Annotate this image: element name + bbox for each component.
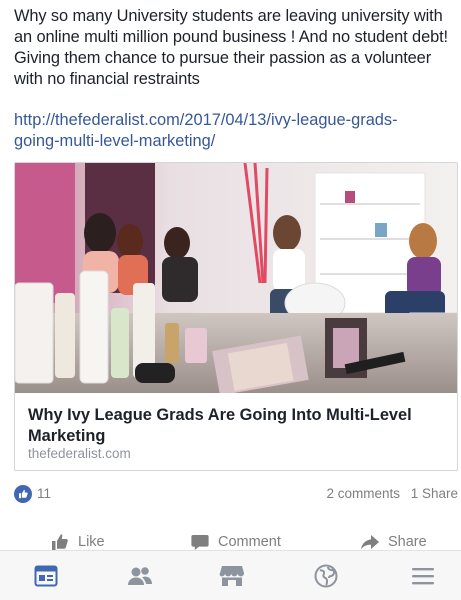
link-preview-image[interactable] <box>15 163 457 393</box>
share-arrow-icon <box>361 535 379 550</box>
comments-count[interactable]: 2 comments <box>326 486 400 501</box>
like-thumb-icon <box>14 485 32 503</box>
tab-news-feed[interactable] <box>31 561 61 591</box>
link-preview-title[interactable]: Why Ivy League Grads Are Going Into Mult… <box>28 405 448 447</box>
link-preview-card[interactable]: Why Ivy League Grads Are Going Into Mult… <box>14 162 458 471</box>
bottom-tab-bar <box>0 550 461 600</box>
notifications-globe-icon <box>314 564 338 588</box>
comment-button-label: Comment <box>218 534 281 550</box>
like-button-label: Like <box>78 534 105 550</box>
tab-notifications[interactable] <box>311 561 341 591</box>
comment-bubble-icon <box>191 535 209 550</box>
marketplace-icon <box>219 566 244 586</box>
share-button-label: Share <box>388 534 427 550</box>
tab-friends[interactable] <box>125 561 155 591</box>
news-feed-icon <box>34 565 58 587</box>
link-preview-domain: thefederalist.com <box>28 446 131 461</box>
tab-menu[interactable] <box>408 561 438 591</box>
tab-marketplace[interactable] <box>217 561 247 591</box>
thumbs-up-icon <box>52 534 68 550</box>
post-link[interactable]: http://thefederalist.com/2017/04/13/ivy-… <box>14 110 434 152</box>
reactions-bar[interactable]: 11 2 comments 1 Share <box>14 484 458 504</box>
shares-count[interactable]: 1 Share <box>411 486 458 501</box>
post-text: Why so many University students are leav… <box>14 7 449 88</box>
like-count[interactable]: 11 <box>37 486 51 501</box>
menu-icon <box>412 568 434 585</box>
friends-icon <box>128 567 152 585</box>
